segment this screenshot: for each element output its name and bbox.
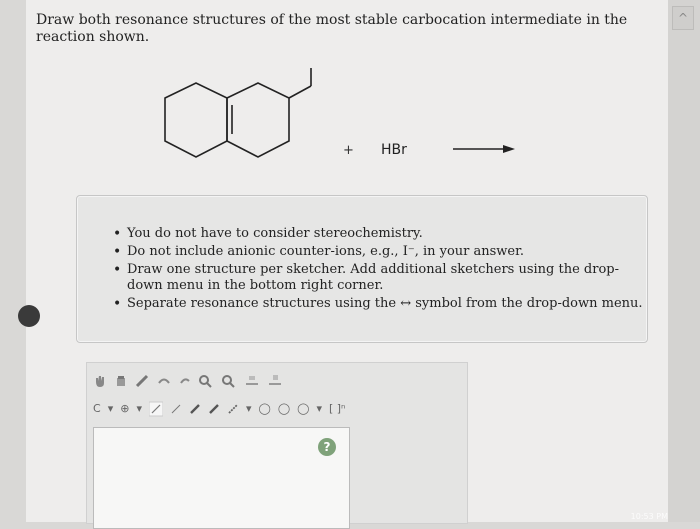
sketcher-toolbar-top <box>93 371 393 391</box>
ring-icon[interactable]: ◯ <box>278 401 290 417</box>
clean-icon[interactable] <box>244 373 260 389</box>
system-clock: 10:53 PM <box>630 512 668 521</box>
plus-sign: + <box>343 143 354 158</box>
hash-bond-icon[interactable] <box>227 401 239 417</box>
template-icon[interactable] <box>267 373 283 389</box>
chevron-down-icon[interactable]: ▾ <box>246 401 252 417</box>
right-arrow-icon <box>453 145 515 153</box>
reagent-label: HBr <box>381 142 407 158</box>
chevron-down-icon[interactable]: ▾ <box>316 401 322 417</box>
wedge-bond-icon[interactable] <box>189 401 201 417</box>
bracket-icon[interactable]: [ ]ⁿ <box>329 401 345 417</box>
hand-icon[interactable] <box>93 373 107 389</box>
structure-sketcher[interactable]: C ▾ ⊕ ▾ ▾ ◯ ◯ ◯ ▾ [ ]ⁿ ? <box>86 362 468 529</box>
sketcher-toolbar-bottom: C ▾ ⊕ ▾ ▾ ◯ ◯ ◯ ▾ [ ]ⁿ <box>93 399 393 419</box>
side-tab-icon[interactable] <box>18 305 40 327</box>
ethyl-bond-1 <box>288 85 312 99</box>
zoom-in-icon[interactable] <box>198 373 214 389</box>
chevron-down-icon[interactable]: ▾ <box>108 401 114 417</box>
scrollbar[interactable]: ^ <box>668 0 700 522</box>
atom-select[interactable]: C <box>93 401 101 417</box>
instructions-list: You do not have to consider stereochemis… <box>77 226 647 312</box>
reaction-diagram: + HBr <box>164 68 515 158</box>
instruction-item: Draw one structure per sketcher. Add add… <box>113 262 647 294</box>
zoom-out-icon[interactable] <box>221 373 237 389</box>
redo-icon[interactable] <box>179 373 191 389</box>
chevron-down-icon[interactable]: ▾ <box>136 401 142 417</box>
chevron-up-icon[interactable]: ^ <box>672 6 694 30</box>
instruction-item: Separate resonance structures using the … <box>113 296 647 312</box>
double-bond-icon[interactable] <box>170 401 182 417</box>
single-bond-icon[interactable] <box>148 401 163 417</box>
ring-icon[interactable]: ◯ <box>259 401 271 417</box>
pencil-icon[interactable] <box>135 373 149 389</box>
question-text: Draw both resonance structures of the mo… <box>36 12 628 45</box>
charge-plus-icon[interactable]: ⊕ <box>120 401 129 417</box>
cyclohexane-ring <box>164 82 228 158</box>
bold-bond-icon[interactable] <box>208 401 220 417</box>
question-page: Draw both resonance structures of the mo… <box>18 0 668 529</box>
cyclohexene-ring <box>226 82 290 158</box>
instruction-item: Do not include anionic counter-ions, e.g… <box>113 244 647 260</box>
eraser-icon[interactable] <box>114 373 128 389</box>
instructions-box: You do not have to consider stereochemis… <box>76 195 648 343</box>
drawing-canvas[interactable]: ? <box>93 427 350 529</box>
help-button[interactable]: ? <box>318 438 336 456</box>
undo-icon[interactable] <box>156 373 172 389</box>
instruction-item: You do not have to consider stereochemis… <box>113 226 647 242</box>
ring-icon[interactable]: ◯ <box>297 401 309 417</box>
